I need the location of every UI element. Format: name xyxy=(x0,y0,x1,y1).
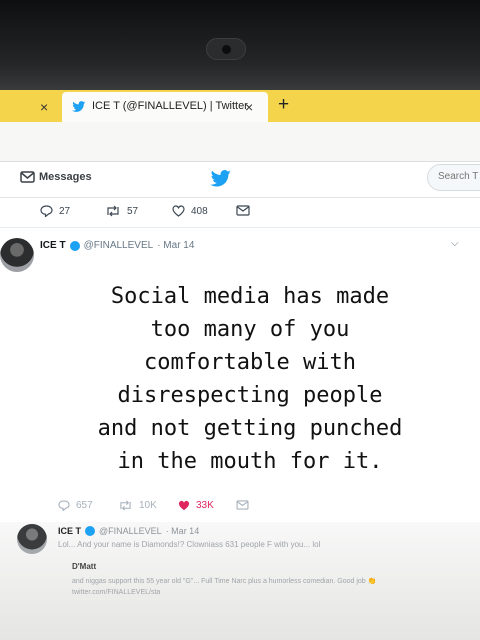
like-action[interactable]: 408 xyxy=(172,205,208,217)
laptop-bezel xyxy=(0,0,480,92)
retweet-action[interactable]: 57 xyxy=(105,205,138,217)
author-handle[interactable]: @FINALLEVEL xyxy=(84,240,154,251)
reply-count: 27 xyxy=(59,205,71,217)
search-box[interactable] xyxy=(427,164,480,191)
message-action[interactable] xyxy=(236,500,249,510)
reply-action[interactable]: 657 xyxy=(58,500,93,511)
tweet-text-line: too many of you xyxy=(150,317,350,342)
reply-text: Lol... And your name is Diamonds!? Clown… xyxy=(58,540,321,549)
avatar[interactable] xyxy=(0,238,34,272)
tab-title: ICE T (@FINALLEVEL) | Twitter xyxy=(92,100,248,112)
like-count: 33K xyxy=(196,500,214,511)
tweet-text-line: Social media has made xyxy=(110,284,390,309)
quoted-author-name[interactable]: D'Matt xyxy=(72,562,96,571)
like-action[interactable]: 33K xyxy=(178,500,214,511)
tab-close-button[interactable]: × xyxy=(245,99,253,115)
chevron-down-icon[interactable]: ⌵ xyxy=(451,238,459,249)
message-action[interactable] xyxy=(236,205,250,216)
twitter-home-icon[interactable] xyxy=(210,170,232,188)
tweet-actions: 657 10K 33K xyxy=(0,498,480,522)
envelope-icon xyxy=(236,500,249,510)
reply-icon xyxy=(40,205,53,217)
previous-tab-close-button[interactable]: × xyxy=(40,99,48,115)
tweet-text: Social media has made too many of you co… xyxy=(45,280,455,478)
reply-icon xyxy=(58,500,70,511)
browser-window: × ICE T (@FINALLEVEL) | Twitter × + Mess… xyxy=(0,90,480,640)
verified-badge-icon xyxy=(69,240,80,251)
reply-action[interactable]: 27 xyxy=(40,205,70,217)
verified-badge-icon xyxy=(85,526,96,536)
retweet-count: 10K xyxy=(139,500,157,511)
retweet-icon xyxy=(107,205,119,217)
author-name[interactable]: ICE T xyxy=(40,240,66,251)
previous-tweet-actions: 27 57 408 xyxy=(0,198,480,228)
new-tab-button[interactable]: + xyxy=(278,94,289,116)
author-name[interactable]: ICE T xyxy=(58,526,81,536)
tweet-text-line: in the mouth for it. xyxy=(117,449,383,474)
heart-icon xyxy=(178,500,190,511)
retweet-count: 57 xyxy=(127,205,139,217)
tab-strip: × ICE T (@FINALLEVEL) | Twitter × + xyxy=(0,90,480,122)
quoted-text: and niggas support this 55 year old "G".… xyxy=(72,578,377,596)
reply-tweet[interactable]: ICE T @FINALLEVEL · Mar 14 Lol... And yo… xyxy=(0,522,480,640)
avatar[interactable] xyxy=(17,524,47,554)
envelope-icon xyxy=(236,205,250,216)
retweet-icon xyxy=(120,500,131,511)
tab-twitter[interactable]: ICE T (@FINALLEVEL) | Twitter × xyxy=(62,92,268,122)
tweet-date[interactable]: · Mar 14 xyxy=(166,526,200,536)
author-handle[interactable]: @FINALLEVEL xyxy=(99,526,162,536)
tweet-text-line: and not getting punched xyxy=(97,416,403,441)
retweet-action[interactable]: 10K xyxy=(118,500,157,511)
tweet-date[interactable]: · Mar 14 xyxy=(157,240,194,251)
tweet[interactable]: ICE T @FINALLEVEL · Mar 14 ⌵ Social medi… xyxy=(0,228,480,498)
like-count: 408 xyxy=(191,205,208,217)
tweet-text-line: comfortable with xyxy=(144,350,356,375)
webcam-lens xyxy=(222,45,231,54)
reply-header: ICE T @FINALLEVEL · Mar 14 xyxy=(58,526,199,536)
twitter-nav-bar: Messages xyxy=(0,162,480,198)
heart-icon xyxy=(172,205,185,217)
browser-toolbar xyxy=(0,122,480,162)
messages-label: Messages xyxy=(39,171,92,183)
envelope-icon xyxy=(20,171,35,183)
webcam-icon xyxy=(206,38,246,60)
tweet-header: ICE T @FINALLEVEL · Mar 14 xyxy=(40,240,194,251)
nav-messages[interactable]: Messages xyxy=(20,171,92,183)
tweet-text-line: disrespecting people xyxy=(117,383,383,408)
twitter-bird-icon xyxy=(72,101,86,112)
search-input[interactable] xyxy=(438,171,480,182)
reply-count: 657 xyxy=(76,500,93,511)
